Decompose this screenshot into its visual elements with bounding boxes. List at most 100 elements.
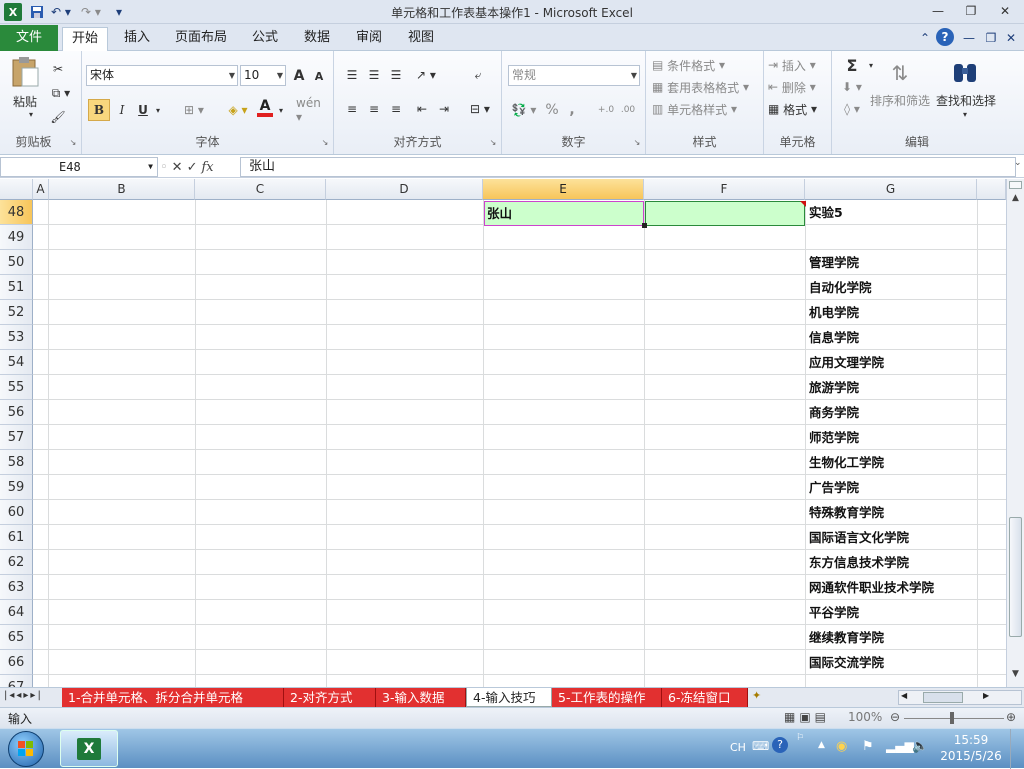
cell-g[interactable]: 商务学院 bbox=[806, 400, 859, 425]
tab-data[interactable]: 数据 bbox=[296, 27, 338, 51]
cell-styles-button[interactable]: ▥ 单元格样式 ▾ bbox=[652, 99, 760, 119]
autosum-button[interactable]: Σ bbox=[838, 55, 866, 75]
sheet-tab-6[interactable]: 6-冻结窗口 bbox=[662, 688, 748, 707]
paste-button[interactable]: 粘贴 bbox=[6, 91, 44, 111]
minimize-ribbon-icon[interactable]: ⌃ bbox=[918, 29, 932, 47]
name-box[interactable]: E48 ▼ bbox=[0, 157, 158, 177]
sheet-nav-icons[interactable]: |◂◂▸▸| bbox=[4, 690, 60, 701]
help-tray-icon[interactable]: ? bbox=[772, 737, 788, 753]
grow-font-button[interactable]: A bbox=[290, 65, 308, 86]
sheet-tab-4[interactable]: 4-输入技巧 bbox=[466, 688, 552, 707]
cell-g[interactable]: 继续教育学院 bbox=[806, 625, 884, 650]
binoculars-icon[interactable] bbox=[948, 57, 982, 89]
row-header[interactable]: 63 bbox=[0, 575, 33, 600]
bold-button[interactable]: B bbox=[88, 99, 110, 121]
doc-restore-button[interactable]: ❐ bbox=[984, 29, 998, 47]
fill-color-icon[interactable]: ◈ ▾ bbox=[222, 99, 254, 121]
cell-g[interactable]: 自动化学院 bbox=[806, 275, 872, 300]
align-right-icon[interactable]: ≡ bbox=[386, 99, 406, 119]
clock-time[interactable]: 15:59 bbox=[940, 733, 1002, 747]
row-header[interactable]: 54 bbox=[0, 350, 33, 375]
row-header[interactable]: 66 bbox=[0, 650, 33, 675]
scroll-up-icon[interactable]: ▲ bbox=[1009, 193, 1022, 207]
row-header[interactable]: 49 bbox=[0, 225, 33, 250]
tab-file[interactable]: 文件 bbox=[0, 25, 58, 51]
volume-icon[interactable]: 🔈 bbox=[912, 739, 928, 754]
font-name-combo[interactable]: 宋体 ▼ bbox=[86, 65, 238, 86]
increase-decimal-icon[interactable]: +.0 bbox=[596, 99, 616, 121]
scroll-left-icon[interactable]: ◀ bbox=[901, 691, 907, 700]
column-header-a[interactable]: A bbox=[33, 179, 49, 200]
cell-g[interactable]: 广告学院 bbox=[806, 475, 859, 500]
percent-style-button[interactable]: % bbox=[544, 99, 560, 121]
tab-formulas[interactable]: 公式 bbox=[244, 27, 286, 51]
row-header[interactable]: 50 bbox=[0, 250, 33, 275]
zoom-slider-thumb[interactable] bbox=[950, 712, 954, 724]
cell-g[interactable]: 生物化工学院 bbox=[806, 450, 884, 475]
row-header[interactable]: 58 bbox=[0, 450, 33, 475]
horizontal-scroll-thumb[interactable] bbox=[923, 692, 963, 703]
cancel-entry-icon[interactable]: ✕ bbox=[172, 160, 183, 175]
paste-icon[interactable] bbox=[8, 55, 42, 89]
restore-button[interactable]: ❐ bbox=[958, 2, 984, 20]
align-top-icon[interactable]: ☰ bbox=[342, 65, 362, 85]
cell-g[interactable]: 平谷学院 bbox=[806, 600, 859, 625]
find-select-dropdown-icon[interactable]: ▾ bbox=[960, 109, 970, 119]
tab-page-layout[interactable]: 页面布局 bbox=[168, 27, 234, 51]
sheet-tab-2[interactable]: 2-对齐方式 bbox=[284, 688, 376, 707]
help-icon[interactable]: ? bbox=[936, 28, 954, 46]
cell-g[interactable]: 管理学院 bbox=[806, 250, 859, 275]
confirm-entry-icon[interactable]: ✓ bbox=[187, 160, 198, 175]
underline-button[interactable]: U bbox=[134, 99, 152, 121]
ime-indicator[interactable]: CH bbox=[730, 741, 746, 754]
taskbar-excel-button[interactable]: X bbox=[60, 730, 118, 767]
row-header[interactable]: 51 bbox=[0, 275, 33, 300]
column-header-e[interactable]: E bbox=[483, 179, 644, 200]
column-header-d[interactable]: D bbox=[326, 179, 483, 200]
row-header[interactable]: 53 bbox=[0, 325, 33, 350]
decrease-indent-icon[interactable]: ⇤ bbox=[412, 99, 432, 119]
show-desktop-button[interactable] bbox=[1010, 729, 1024, 769]
row-header[interactable]: 52 bbox=[0, 300, 33, 325]
insert-cells-button[interactable]: ⇥ 插入 ▾ bbox=[768, 55, 828, 75]
view-buttons-icon[interactable]: ▦▣▤ bbox=[784, 710, 842, 724]
italic-button[interactable]: I bbox=[112, 99, 132, 121]
column-header-c[interactable]: C bbox=[195, 179, 326, 200]
orientation-icon[interactable]: ↗ ▾ bbox=[412, 65, 440, 85]
alignment-launcher-icon[interactable]: ↘ bbox=[488, 137, 498, 147]
scroll-thumb[interactable] bbox=[1009, 517, 1022, 637]
select-all-corner[interactable] bbox=[0, 179, 33, 200]
network-icon[interactable]: ▂▄▆ bbox=[886, 739, 914, 753]
font-launcher-icon[interactable]: ↘ bbox=[320, 137, 330, 147]
format-as-table-button[interactable]: ▦ 套用表格格式 ▾ bbox=[652, 77, 760, 97]
cell-g[interactable]: 国际交流学院 bbox=[806, 650, 884, 675]
cell-g[interactable]: 应用文理学院 bbox=[806, 350, 884, 375]
row-header[interactable]: 56 bbox=[0, 400, 33, 425]
row-header[interactable]: 61 bbox=[0, 525, 33, 550]
delete-cells-button[interactable]: ⇤ 删除 ▾ bbox=[768, 77, 828, 97]
cell-g[interactable]: 特殊教育学院 bbox=[806, 500, 884, 525]
cell-g[interactable]: 机电学院 bbox=[806, 300, 859, 325]
row-header[interactable]: 59 bbox=[0, 475, 33, 500]
shrink-font-button[interactable]: A bbox=[310, 67, 328, 86]
wrap-text-icon[interactable]: ⤶ bbox=[466, 65, 490, 85]
worksheet-grid[interactable]: A B C D E F G 48 实验5 49 50 管理学院 51 自动化学院 52 机电学院… bbox=[0, 179, 1006, 687]
security-tray-icon[interactable]: ◉ bbox=[836, 739, 847, 754]
font-size-combo[interactable]: 10 ▼ bbox=[240, 65, 286, 86]
insert-sheet-icon[interactable]: ✦ bbox=[752, 689, 770, 705]
autosum-dropdown-icon[interactable]: ▾ bbox=[866, 55, 876, 75]
formula-input[interactable]: 张山 bbox=[240, 157, 1016, 177]
comment-indicator-icon[interactable] bbox=[800, 201, 806, 207]
fill-handle[interactable] bbox=[642, 223, 647, 228]
find-select-button[interactable]: 查找和选择 bbox=[932, 91, 1000, 109]
row-header[interactable]: 55 bbox=[0, 375, 33, 400]
sheet-tab-5[interactable]: 5-工作表的操作 bbox=[552, 688, 662, 707]
copy-icon[interactable]: ⧉ ▾ bbox=[48, 83, 74, 103]
number-format-combo[interactable]: 常规 ▼ bbox=[508, 65, 640, 86]
zoom-in-icon[interactable]: ⊕ bbox=[1006, 710, 1016, 724]
cell-g[interactable]: 东方信息技术学院 bbox=[806, 550, 909, 575]
conditional-format-button[interactable]: ▤ 条件格式 ▾ bbox=[652, 55, 760, 75]
row-header[interactable]: 57 bbox=[0, 425, 33, 450]
clear-icon[interactable]: ◊ ▾ bbox=[838, 99, 866, 119]
row-header[interactable]: 65 bbox=[0, 625, 33, 650]
